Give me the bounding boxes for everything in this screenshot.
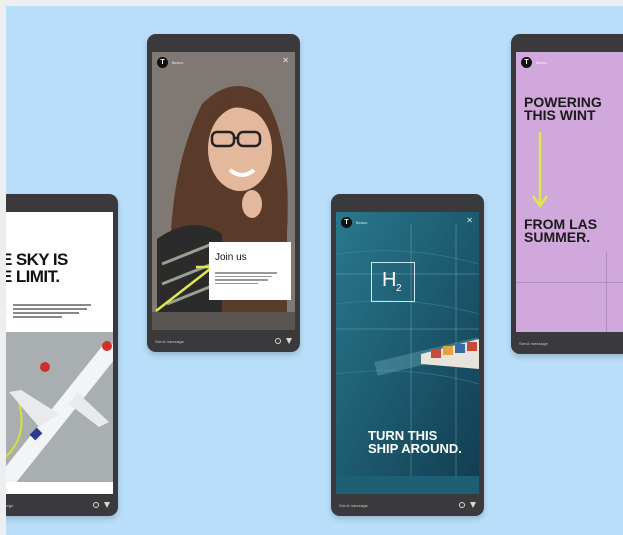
avatar-t-icon[interactable]: T [157, 57, 168, 68]
phone-powering-this-winter: T flowco POWERING THIS WINT FROM LAS SUM… [511, 34, 623, 354]
heart-icon[interactable] [93, 502, 99, 508]
send-icon[interactable] [286, 338, 292, 344]
screen-join: T flowco ✕ Join us [152, 52, 295, 330]
join-story-header: T flowco [157, 57, 183, 68]
h2-box: H 2 [371, 262, 415, 302]
close-icon[interactable]: ✕ [282, 56, 289, 65]
join-us-body-text [215, 270, 277, 286]
join-us-title: Join us [215, 252, 247, 263]
h2-subscript: 2 [396, 283, 402, 294]
h2-symbol: H [382, 269, 397, 291]
send-message-input[interactable]: Send message [155, 339, 184, 344]
heart-icon[interactable] [459, 502, 465, 508]
send-message-input[interactable]: Send message [519, 341, 548, 346]
grid-line [606, 252, 607, 332]
screen-power: T flowco POWERING THIS WINT FROM LAS SUM… [516, 52, 623, 332]
ship-bottom-bar: Send message [331, 494, 484, 516]
send-icon[interactable] [104, 502, 110, 508]
send-icon[interactable] [470, 502, 476, 508]
power-headline-top-2: THIS WINT [524, 107, 596, 123]
phone-join-us: T flowco ✕ Join us Send message [147, 34, 300, 352]
background-canvas: E SKY IS E LIMIT. ssage [6, 6, 623, 535]
send-message-input[interactable]: Send message [339, 503, 368, 508]
screen-ship: T flowco ✕ H 2 TURN THIS SHIP AROUND. [336, 212, 479, 494]
ship-account-handle: flowco [356, 220, 368, 225]
power-story-header: T flowco [521, 57, 547, 68]
ship-headline-line-2: SHIP AROUND. [368, 441, 462, 456]
orange-marker-icon [6, 308, 7, 316]
sky-body-text [13, 302, 95, 318]
avatar-t-icon[interactable]: T [341, 217, 352, 228]
send-message-input[interactable]: ssage [6, 503, 14, 508]
ship-story-header: T flowco [341, 217, 367, 228]
phone-turn-this-ship-around: T flowco ✕ H 2 TURN THIS SHIP AROUND. Se… [331, 194, 484, 516]
join-us-card[interactable]: Join us [209, 242, 291, 300]
heart-icon[interactable] [275, 338, 281, 344]
close-icon[interactable]: ✕ [466, 216, 473, 225]
power-account-handle: flowco [536, 60, 548, 65]
power-bottom-bar: Send message [511, 332, 623, 354]
airplane-photo [6, 332, 113, 482]
sky-headline-line-1: E SKY IS [6, 250, 68, 269]
power-headline-bottom-2: SUMMER. [524, 229, 591, 245]
arrow-down-icon [531, 132, 549, 209]
join-bottom-bar: Send message [147, 330, 300, 352]
screen-sky: E SKY IS E LIMIT. [6, 212, 113, 494]
phone-sky-is-the-limit: E SKY IS E LIMIT. ssage [6, 194, 118, 516]
join-account-handle: flowco [172, 60, 184, 65]
sky-bottom-bar: ssage [6, 494, 118, 516]
avatar-t-icon[interactable]: T [521, 57, 532, 68]
sky-headline-line-2: E LIMIT. [6, 267, 60, 286]
